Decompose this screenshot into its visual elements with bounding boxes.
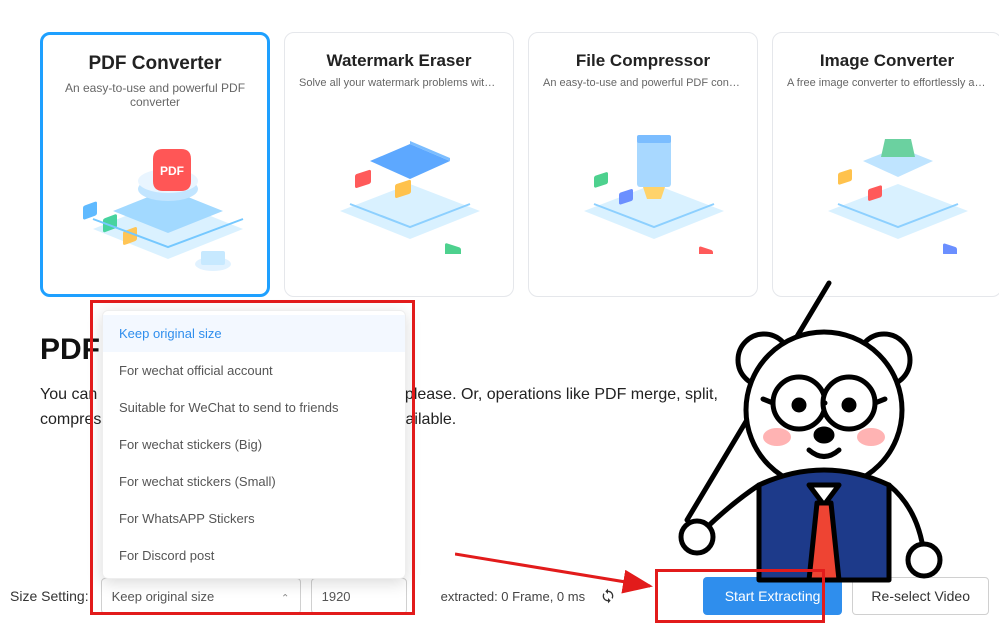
card-title: File Compressor	[539, 51, 747, 71]
dropdown-item[interactable]: Suitable for WeChat to send to friends	[103, 389, 405, 426]
card-subtitle: An easy-to-use and powerful PDF converte…	[53, 81, 257, 109]
card-pdf-converter[interactable]: PDF Converter An easy-to-use and powerfu…	[40, 32, 270, 297]
refresh-icon	[600, 588, 616, 604]
card-title: PDF Converter	[53, 53, 257, 75]
dropdown-item[interactable]: For wechat stickers (Big)	[103, 426, 405, 463]
dropdown-item[interactable]: For WhatsAPP Stickers	[103, 500, 405, 537]
tool-cards-row: PDF Converter An easy-to-use and powerfu…	[0, 0, 999, 297]
card-illustration	[783, 99, 991, 254]
card-image-converter[interactable]: Image Converter A free image converter t…	[772, 32, 999, 297]
card-file-compressor[interactable]: File Compressor An easy-to-use and power…	[528, 32, 758, 297]
card-subtitle: An easy-to-use and powerful PDF converte…	[539, 77, 747, 89]
size-setting-label: Size Setting:	[10, 588, 89, 604]
start-extracting-button[interactable]: Start Extracting	[703, 577, 843, 615]
chevron-up-icon: ⌄	[281, 591, 289, 602]
card-title: Watermark Eraser	[295, 51, 503, 71]
refresh-button[interactable]	[599, 587, 617, 605]
extraction-status: extracted: 0 Frame, 0 ms	[441, 589, 586, 604]
size-select[interactable]: Keep original size ⌄	[101, 578, 301, 614]
size-dropdown-menu: Keep original size For wechat official a…	[102, 310, 406, 579]
card-subtitle: Solve all your watermark problems witho.…	[295, 77, 503, 89]
card-title: Image Converter	[783, 51, 991, 71]
card-illustration	[539, 99, 747, 254]
dropdown-item[interactable]: Keep original size	[103, 315, 405, 352]
card-illustration: PDF	[53, 119, 257, 274]
dropdown-item[interactable]: For Discord post	[103, 537, 405, 574]
card-subtitle: A free image converter to effortlessly a…	[783, 77, 991, 89]
card-watermark-eraser[interactable]: Watermark Eraser Solve all your watermar…	[284, 32, 514, 297]
width-input[interactable]	[311, 578, 407, 614]
dropdown-item[interactable]: For wechat official account	[103, 352, 405, 389]
svg-text:PDF: PDF	[160, 164, 184, 178]
card-illustration	[295, 99, 503, 254]
dropdown-item[interactable]: For wechat stickers (Small)	[103, 463, 405, 500]
bottom-toolbar: Size Setting: Keep original size ⌄ extra…	[10, 577, 989, 615]
reselect-video-button[interactable]: Re-select Video	[852, 577, 989, 615]
size-select-value: Keep original size	[112, 589, 215, 604]
